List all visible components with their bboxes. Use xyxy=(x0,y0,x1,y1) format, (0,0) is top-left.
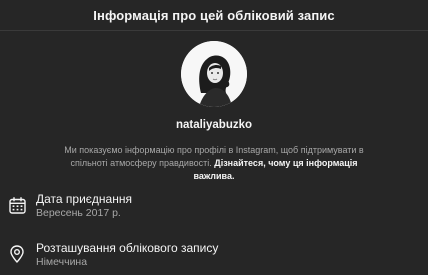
join-date-value: Вересень 2017 р. xyxy=(36,207,121,219)
join-date-label: Дата приєднання xyxy=(36,192,132,206)
avatar xyxy=(181,41,247,107)
join-date-text: Дата приєднання Вересень 2017 р. xyxy=(36,192,132,220)
location-value: Німеччина xyxy=(36,256,88,268)
learn-more-link[interactable]: Дізнайтеся, чому ця інформація важлива. xyxy=(194,158,358,181)
username: nataliyabuzko xyxy=(175,119,253,131)
info-description: Ми показуємо інформацію про профілі в In… xyxy=(49,144,379,183)
dialog-title: Інформація про цей обліковий запис xyxy=(93,7,335,23)
calendar-icon xyxy=(8,196,26,214)
location-pin-icon xyxy=(8,245,26,263)
location-text: Розташування облікового запису Німеччина xyxy=(36,241,218,269)
dialog-header: Інформація про цей обліковий запис xyxy=(0,0,428,31)
join-date-row: Дата приєднання Вересень 2017 р. xyxy=(8,192,132,220)
location-label: Розташування облікового запису xyxy=(36,241,219,255)
location-row: Розташування облікового запису Німеччина xyxy=(8,241,218,269)
profile-section: nataliyabuzko Ми показуємо інформацію пр… xyxy=(0,31,428,183)
avatar-photo xyxy=(181,41,247,107)
